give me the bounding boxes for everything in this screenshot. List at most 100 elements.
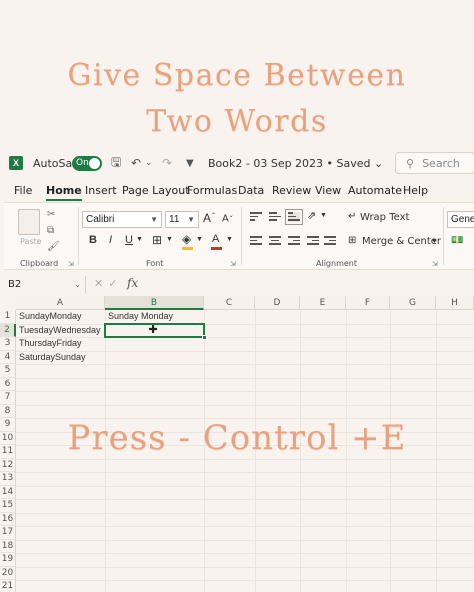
row-header-5[interactable]: 5 — [0, 364, 16, 378]
save-icon[interactable]: 🖫 — [111, 153, 121, 174]
tab-view[interactable]: View — [315, 184, 341, 197]
fill-handle[interactable] — [202, 335, 207, 340]
row-header-7[interactable]: 7 — [0, 391, 16, 405]
underline-button[interactable]: U — [125, 234, 133, 246]
decrease-indent-icon[interactable] — [307, 236, 319, 246]
row-header-17[interactable]: 17 — [0, 526, 16, 540]
column-header-a[interactable]: A — [16, 296, 105, 310]
row-header-16[interactable]: 16 — [0, 512, 16, 526]
tab-page-layout[interactable]: Page Layout — [122, 184, 190, 197]
borders-dropdown-icon[interactable]: ▼ — [166, 236, 173, 243]
formula-cancel-confirm-icons[interactable]: ✕✓ — [94, 277, 122, 290]
column-header-d[interactable]: D — [255, 296, 300, 310]
number-format-select[interactable]: Genera — [447, 211, 474, 228]
align-top-icon[interactable] — [250, 212, 262, 222]
alignment-launcher-icon[interactable]: ⇲ — [432, 260, 438, 268]
row-header-21[interactable]: 21 — [0, 580, 16, 592]
merge-dropdown-icon[interactable]: ▼ — [431, 238, 438, 245]
accounting-format-icon[interactable]: 💵 — [451, 235, 463, 246]
insert-function-button[interactable]: fx — [127, 276, 138, 290]
increase-indent-icon[interactable] — [324, 236, 336, 246]
wrap-text-icon[interactable]: ↵ — [348, 211, 356, 222]
group-divider — [443, 207, 444, 265]
align-middle-icon[interactable] — [269, 212, 281, 222]
row-header-1[interactable]: 1 — [0, 310, 16, 324]
number-format-value: Genera — [451, 214, 474, 225]
italic-button[interactable]: I — [109, 234, 112, 246]
align-center-icon[interactable] — [269, 236, 281, 246]
merge-center-icon[interactable]: ⊞ — [348, 235, 356, 246]
orientation-icon[interactable]: ⇗ — [307, 209, 316, 222]
column-header-e[interactable]: E — [300, 296, 346, 310]
name-box[interactable]: B2 ⌄ — [4, 276, 86, 293]
merge-center-button[interactable]: Merge & Center — [362, 236, 441, 247]
align-right-icon[interactable] — [288, 236, 300, 246]
column-header-g[interactable]: G — [390, 296, 436, 310]
column-header-h[interactable]: H — [436, 296, 474, 310]
cell-b1[interactable]: Sunday Monday — [105, 310, 173, 324]
tab-review[interactable]: Review — [272, 184, 311, 197]
borders-icon[interactable]: ⊞ — [152, 233, 162, 247]
row-header-13[interactable]: 13 — [0, 472, 16, 486]
column-header-b[interactable]: B — [105, 296, 204, 310]
align-left-icon[interactable] — [250, 236, 262, 246]
tab-help[interactable]: Help — [403, 184, 428, 197]
row-header-15[interactable]: 15 — [0, 499, 16, 513]
wrap-text-button[interactable]: Wrap Text — [360, 212, 409, 223]
tab-automate[interactable]: Automate — [348, 184, 402, 197]
font-size-select[interactable]: 11 ▼ — [165, 211, 199, 228]
font-color-button[interactable]: A — [212, 233, 219, 245]
cell-a3[interactable]: ThursdayFriday — [16, 337, 82, 351]
cell-a1[interactable]: SundayMonday — [16, 310, 82, 324]
undo-dropdown-icon[interactable]: ⌄ — [145, 158, 153, 168]
font-name-select[interactable]: Calibri ▼ — [82, 211, 162, 228]
gridline — [16, 391, 474, 392]
column-header-c[interactable]: C — [204, 296, 255, 310]
search-input[interactable]: ⚲ Search — [395, 152, 474, 174]
row-header-18[interactable]: 18 — [0, 539, 16, 553]
fill-color-icon[interactable]: ◈ — [182, 232, 191, 246]
autosave-toggle[interactable]: On — [72, 155, 102, 171]
tab-insert[interactable]: Insert — [85, 184, 117, 197]
row-header-4[interactable]: 4 — [0, 350, 16, 364]
fill-color-bar — [182, 247, 193, 250]
redo-icon[interactable]: ↷ — [162, 156, 172, 170]
font-color-dropdown-icon[interactable]: ▼ — [226, 236, 233, 243]
cell-a2[interactable]: TuesdayWednesday — [16, 324, 101, 338]
underline-dropdown-icon[interactable]: ▼ — [136, 236, 143, 243]
row-header-14[interactable]: 14 — [0, 485, 16, 499]
row-header-3[interactable]: 3 — [0, 337, 16, 351]
format-painter-icon[interactable]: 🖌 — [47, 241, 60, 252]
row-header-8[interactable]: 8 — [0, 404, 16, 418]
orientation-dropdown-icon[interactable]: ▼ — [320, 212, 327, 219]
document-title[interactable]: Book2 - 03 Sep 2023 • Saved ⌄ — [208, 157, 383, 170]
grow-font-button[interactable]: A⌃ — [203, 211, 216, 225]
font-launcher-icon[interactable]: ⇲ — [230, 260, 236, 268]
tab-file[interactable]: File — [14, 184, 32, 197]
row-header-20[interactable]: 20 — [0, 566, 16, 580]
shrink-font-button[interactable]: A⌄ — [222, 212, 234, 224]
customize-toolbar-icon[interactable]: ▼ — [186, 158, 194, 169]
tab-home[interactable]: Home — [46, 184, 82, 201]
row-header-19[interactable]: 19 — [0, 553, 16, 567]
row-header-2[interactable]: 2 — [0, 323, 16, 337]
copy-icon[interactable]: ⧉ — [47, 225, 54, 236]
column-header-f[interactable]: F — [346, 296, 390, 310]
cell-a4[interactable]: SaturdaySunday — [16, 351, 86, 365]
overlay-title-line1: Give Space Between — [67, 58, 407, 93]
paste-button[interactable] — [18, 209, 40, 235]
undo-icon[interactable]: ↶ — [131, 156, 141, 170]
row-header-6[interactable]: 6 — [0, 377, 16, 391]
fill-color-dropdown-icon[interactable]: ▼ — [196, 236, 203, 243]
clipboard-launcher-icon[interactable]: ⇲ — [68, 260, 74, 268]
row-header-12[interactable]: 12 — [0, 458, 16, 472]
gridline — [16, 512, 474, 514]
tab-formulas[interactable]: Formulas — [187, 184, 237, 197]
tab-data[interactable]: Data — [238, 184, 264, 197]
align-bottom-icon[interactable] — [285, 209, 303, 225]
chevron-down-icon: ▼ — [187, 215, 195, 224]
gridline — [16, 337, 474, 338]
bold-button[interactable]: B — [89, 234, 97, 246]
cut-icon[interactable]: ✂ — [47, 209, 55, 220]
gridline — [16, 404, 474, 406]
